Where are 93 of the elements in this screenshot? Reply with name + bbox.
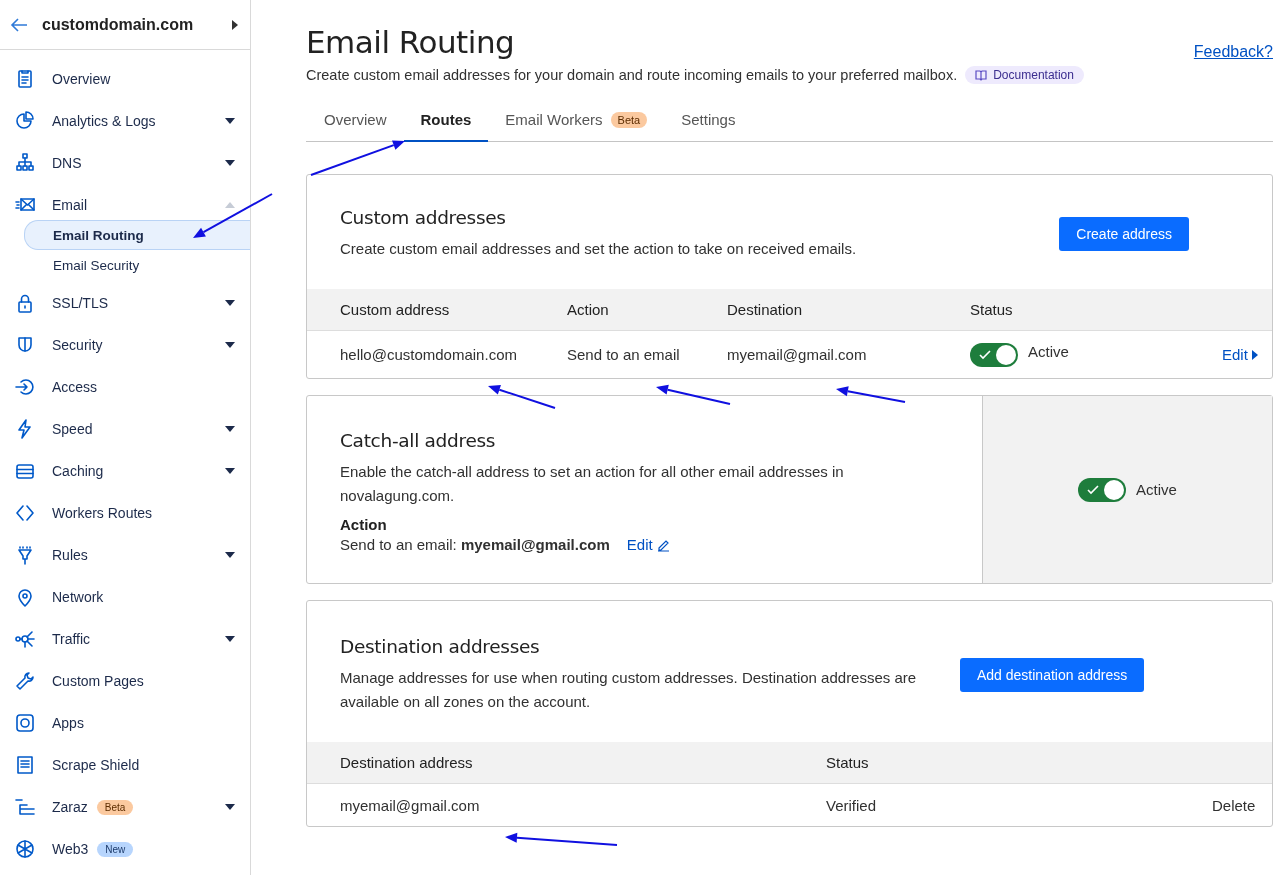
code-brackets-icon: [15, 503, 35, 523]
section-title: Destination addresses: [340, 636, 541, 657]
badge: New: [97, 841, 134, 857]
section-description: Enable the catch-all address to set an action for all other email addresses in novalagung.com.: [340, 462, 845, 506]
tab[interactable]: Routes: [403, 101, 489, 142]
column-header: Custom address: [340, 301, 451, 318]
edit-link[interactable]: Edit: [626, 533, 670, 557]
caret-down-icon[interactable]: [225, 342, 235, 348]
page-description: Create custom email addresses for your domain and route incoming emails to your preferred mailbox.: [306, 67, 958, 83]
check-icon: [979, 349, 991, 360]
action-text: Send to an email: myemail@gmail.com: [340, 535, 610, 555]
annotation-arrow: [836, 386, 906, 403]
toggle-switch[interactable]: [1078, 477, 1127, 502]
column-header: Destination: [727, 301, 804, 318]
pie-chart-icon: [15, 111, 35, 131]
toggle-switch[interactable]: [970, 342, 1018, 367]
nav-item[interactable]: Access: [52, 379, 98, 395]
location-pin-icon: [15, 587, 35, 607]
create-address-button[interactable]: Create address: [1059, 217, 1189, 251]
column-header: Status: [970, 301, 1014, 318]
nav-item[interactable]: DNS: [52, 155, 82, 171]
nav-item[interactable]: Overview: [52, 71, 111, 87]
pencil-icon: [656, 538, 670, 552]
nav-item[interactable]: SSL/TLS: [52, 295, 109, 311]
share-nodes-icon: [15, 629, 35, 649]
column-header: Status: [826, 754, 870, 771]
nav-item[interactable]: Network: [52, 589, 104, 605]
shield-icon: [15, 335, 35, 355]
section-description: Create custom email addresses and set the action to take on received emails.: [340, 239, 858, 259]
tab[interactable]: Email Workers Beta: [488, 101, 665, 142]
nav-item[interactable]: Custom Pages: [52, 673, 144, 689]
action-label: Action: [340, 516, 388, 533]
section-title: Catch-all address: [340, 430, 497, 451]
edit-link[interactable]: Edit: [1222, 346, 1272, 363]
add-destination-address-button[interactable]: Add destination address: [960, 658, 1145, 692]
server-icon: [15, 461, 35, 481]
nav-item[interactable]: Rules: [52, 547, 88, 563]
funnel-icon: [15, 545, 35, 565]
badge: Beta: [96, 799, 134, 815]
status-label: Active: [1028, 343, 1069, 360]
nav-item[interactable]: Web3: [52, 841, 89, 857]
nav-item[interactable]: Zaraz: [52, 799, 88, 815]
arrow-circle-icon: [15, 377, 35, 397]
section-title: Custom addresses: [340, 207, 507, 228]
table-cell-text: myemail@gmail.com: [727, 346, 868, 363]
hierarchy-icon: [15, 153, 35, 173]
nav-item[interactable]: Caching: [52, 463, 104, 479]
column-header: Action: [567, 301, 610, 318]
wrench-icon: [15, 671, 35, 691]
caret-down-icon[interactable]: [225, 552, 235, 558]
lock-icon: [15, 293, 35, 313]
document-icon: [15, 69, 35, 89]
page-title: Email Routing: [306, 24, 516, 60]
nav-item[interactable]: Email: [52, 197, 87, 213]
annotation-arrow: [488, 385, 556, 409]
feedback-link[interactable]: Feedback?: [1193, 43, 1273, 61]
caret-down-icon[interactable]: [225, 300, 235, 306]
check-icon: [1087, 484, 1100, 495]
document-icon: [15, 755, 35, 775]
back-arrow-icon[interactable]: [10, 16, 28, 33]
caret-icon[interactable]: [232, 19, 238, 30]
snowflake-icon: [15, 839, 35, 859]
nav-subitem[interactable]: Email Routing: [24, 220, 250, 250]
column-header: Destination address: [340, 754, 474, 771]
table-cell-text: myemail@gmail.com: [340, 796, 481, 814]
lines-icon: [15, 797, 35, 817]
table-cell-text: Send to an email: [567, 346, 681, 363]
section-description: Manage addresses for use when routing custom addresses. Destination addresses are available on all zones on the account.: [340, 668, 918, 712]
table-cell-text: hello@customdomain.com: [340, 346, 518, 363]
caret-down-icon[interactable]: [225, 118, 235, 124]
nav-item[interactable]: Security: [52, 337, 103, 353]
status-label: Active: [1136, 481, 1177, 498]
badge: Beta: [610, 111, 648, 128]
nav-subitem[interactable]: Email Security: [24, 250, 250, 280]
caret-down-icon[interactable]: [225, 636, 235, 642]
caret-down-icon[interactable]: [225, 804, 235, 810]
tab[interactable]: Settings: [664, 101, 753, 142]
book-icon: [975, 69, 988, 81]
caret-down-icon[interactable]: [225, 160, 235, 166]
caret-down-icon[interactable]: [225, 468, 235, 474]
domain-name: customdomain.com: [42, 15, 195, 34]
nav-item[interactable]: Speed: [52, 421, 93, 437]
documentation-link[interactable]: Documentation: [965, 66, 1084, 84]
table-cell-text: Verified: [826, 796, 878, 814]
delete-link[interactable]: Delete: [1212, 796, 1272, 814]
caret-down-icon[interactable]: [225, 426, 235, 432]
nav-item[interactable]: Apps: [52, 715, 84, 731]
nav-item[interactable]: Traffic: [52, 631, 91, 647]
caret-icon: [1251, 349, 1258, 360]
nav-item[interactable]: Analytics & Logs: [52, 113, 156, 129]
nav-item[interactable]: Workers Routes: [52, 505, 153, 521]
tab[interactable]: Overview: [307, 101, 404, 142]
nav-item[interactable]: Scrape Shield: [52, 757, 140, 773]
